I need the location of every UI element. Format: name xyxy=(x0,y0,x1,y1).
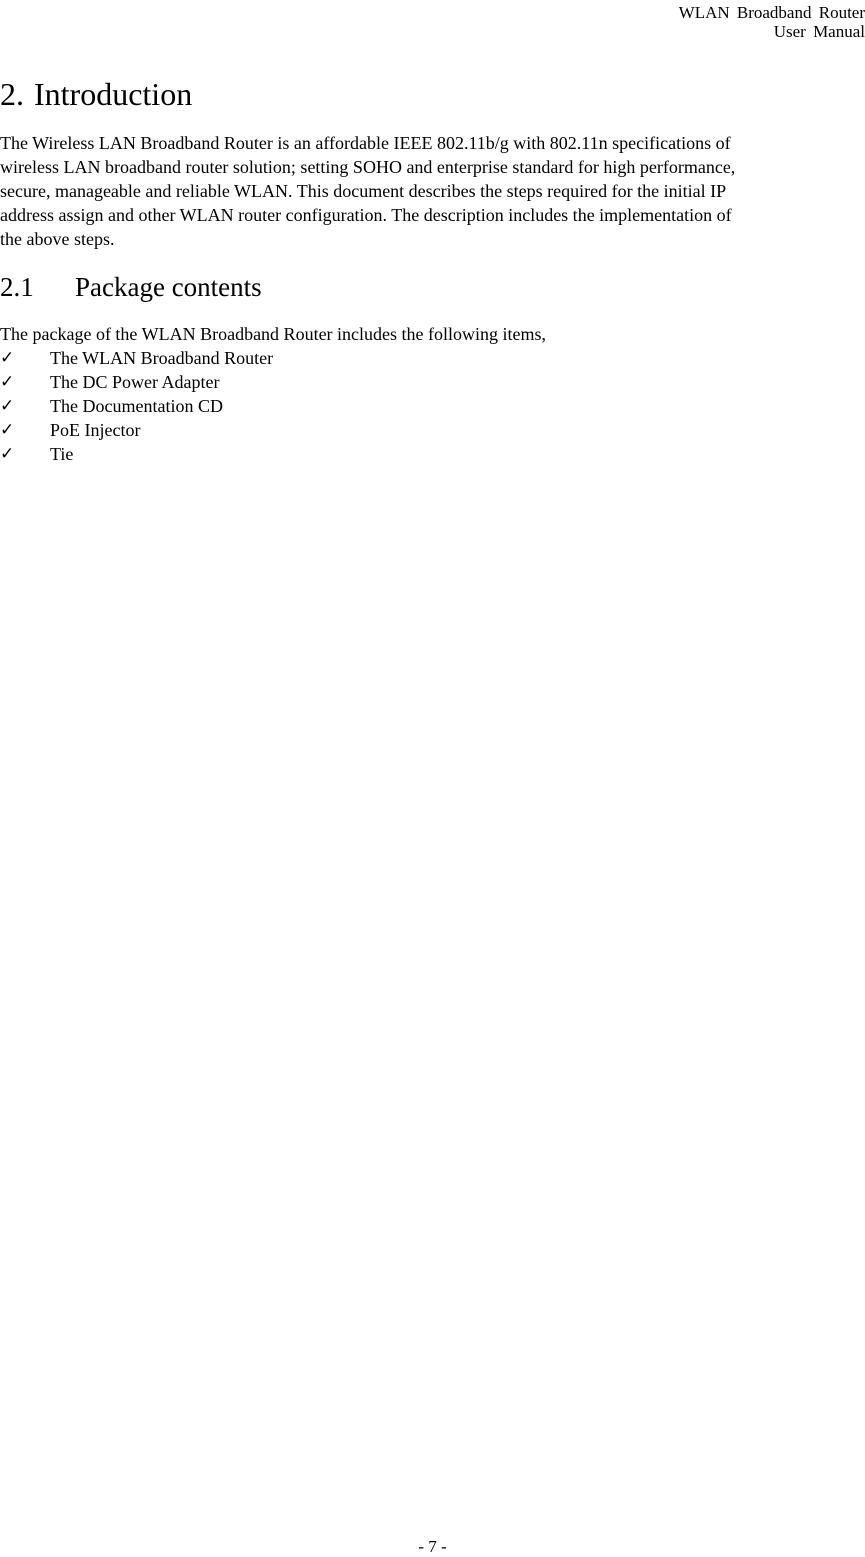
list-item: ✓ The WLAN Broadband Router xyxy=(0,346,273,370)
header-title: WLAN Broadband Router xyxy=(678,3,865,22)
item-label: The WLAN Broadband Router xyxy=(50,348,274,368)
section-number: 2. xyxy=(0,76,24,112)
checkmark-icon: ✓ xyxy=(0,444,15,464)
item-label: Tie xyxy=(50,444,74,464)
list-item: ✓ The Documentation CD xyxy=(0,394,273,418)
item-label: The Documentation CD xyxy=(50,396,223,416)
checkmark-icon: ✓ xyxy=(0,396,15,416)
checkmark-icon: ✓ xyxy=(0,348,15,368)
subsection-title: Package contents xyxy=(75,272,262,302)
item-label: The DC Power Adapter xyxy=(50,372,220,392)
section-title: Introduction xyxy=(34,76,193,112)
header-subtitle: User Manual xyxy=(773,22,865,41)
list-item: ✓ Tie xyxy=(0,442,273,466)
paragraph-line: wireless LAN broadband router solution; … xyxy=(0,157,736,177)
package-intro: The package of the WLAN Broadband Router… xyxy=(0,324,547,344)
paragraph-line: secure, manageable and reliable WLAN. Th… xyxy=(0,181,727,201)
intro-paragraph: The Wireless LAN Broadband Router is an … xyxy=(0,131,865,251)
list-item: ✓ PoE Injector xyxy=(0,418,273,442)
page-number: - 7 - xyxy=(418,1537,447,1556)
checkmark-icon: ✓ xyxy=(0,372,15,392)
package-list: ✓ The WLAN Broadband Router ✓ The DC Power… xyxy=(0,346,273,466)
list-item: ✓ The DC Power Adapter xyxy=(0,370,273,394)
section-heading: 2. Introduction xyxy=(0,74,192,114)
paragraph-line: address assign and other WLAN router con… xyxy=(0,205,732,225)
paragraph-line: The Wireless LAN Broadband Router is an … xyxy=(0,133,731,153)
subsection-number: 2.1 xyxy=(0,272,34,302)
item-label: PoE Injector xyxy=(50,420,141,440)
checkmark-icon: ✓ xyxy=(0,420,15,440)
subsection-heading: 2.1 Package contents xyxy=(0,270,262,304)
paragraph-line: the above steps. xyxy=(0,229,115,249)
running-header: WLAN Broadband Router User Manual xyxy=(679,3,865,41)
